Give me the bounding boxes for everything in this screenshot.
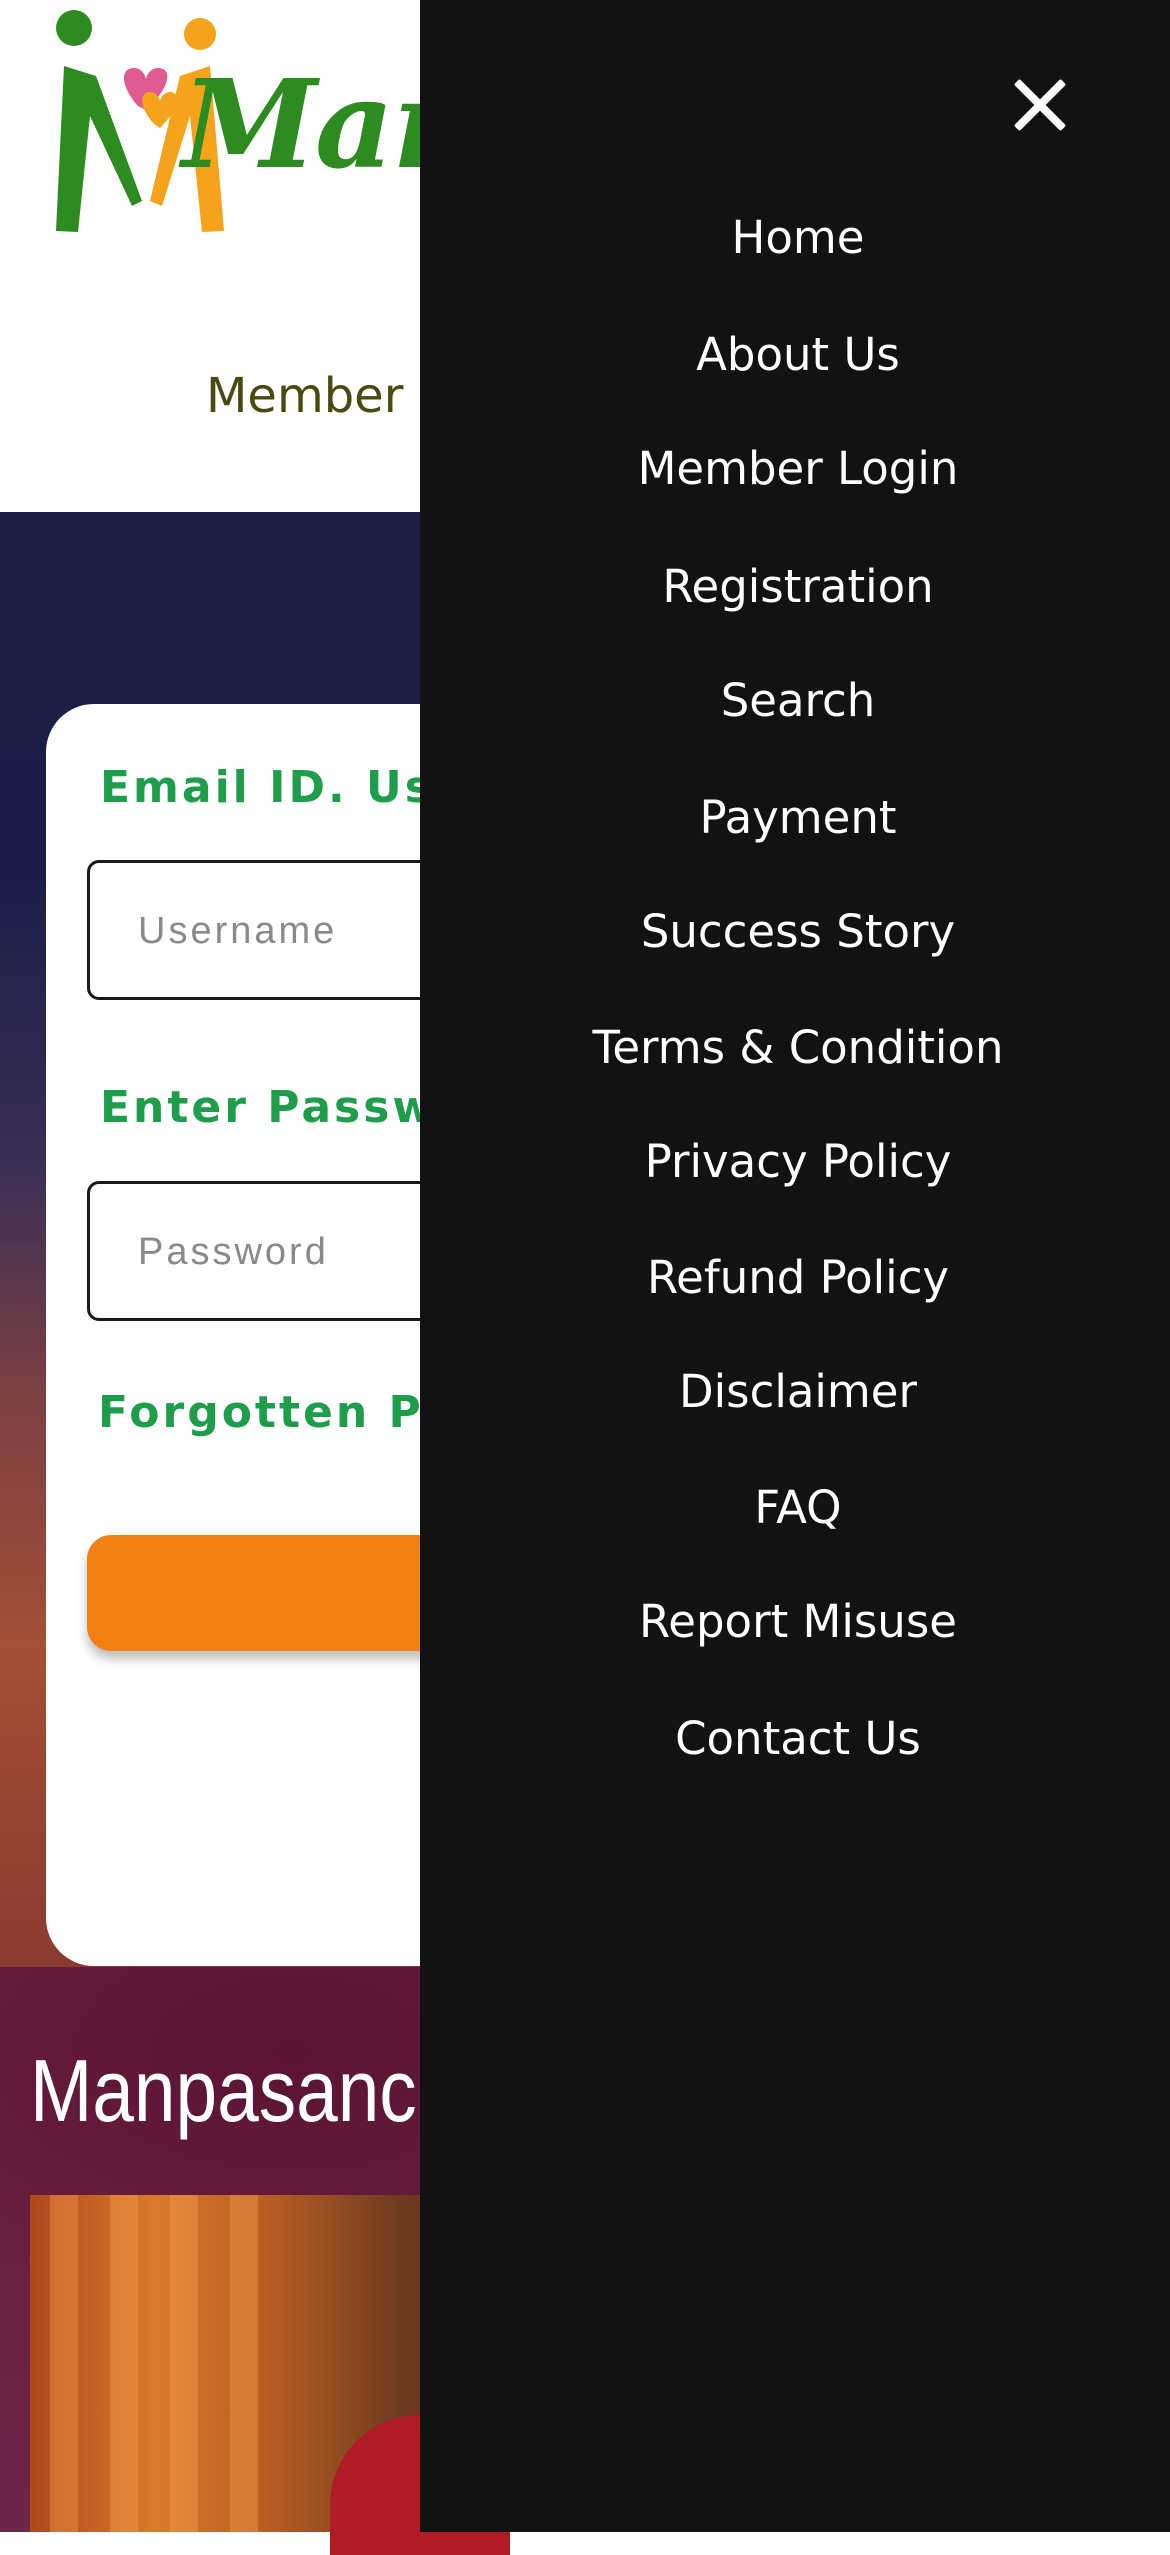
menu-item-report-misuse[interactable]: Report Misuse (420, 1592, 1170, 1652)
menu-item-terms-and-condition[interactable]: Terms & Condition (420, 1018, 1170, 1078)
story-title: Manpasanc (30, 2041, 417, 2140)
menu-item-privacy-policy[interactable]: Privacy Policy (420, 1132, 1170, 1192)
close-icon[interactable] (1005, 70, 1075, 140)
menu-item-success-story[interactable]: Success Story (420, 902, 1170, 962)
menu-item-registration[interactable]: Registration (420, 557, 1170, 617)
menu-item-about-us[interactable]: About Us (420, 325, 1170, 385)
menu-item-faq[interactable]: FAQ (420, 1478, 1170, 1538)
menu-item-disclaimer[interactable]: Disclaimer (420, 1362, 1170, 1422)
menu-item-refund-policy[interactable]: Refund Policy (420, 1248, 1170, 1308)
menu-item-contact-us[interactable]: Contact Us (420, 1709, 1170, 1769)
menu-item-home[interactable]: Home (420, 208, 1170, 268)
menu-item-search[interactable]: Search (420, 671, 1170, 731)
menu-item-payment[interactable]: Payment (420, 788, 1170, 848)
header-subtitle: Member l (206, 368, 433, 424)
menu-item-member-login[interactable]: Member Login (420, 439, 1170, 499)
